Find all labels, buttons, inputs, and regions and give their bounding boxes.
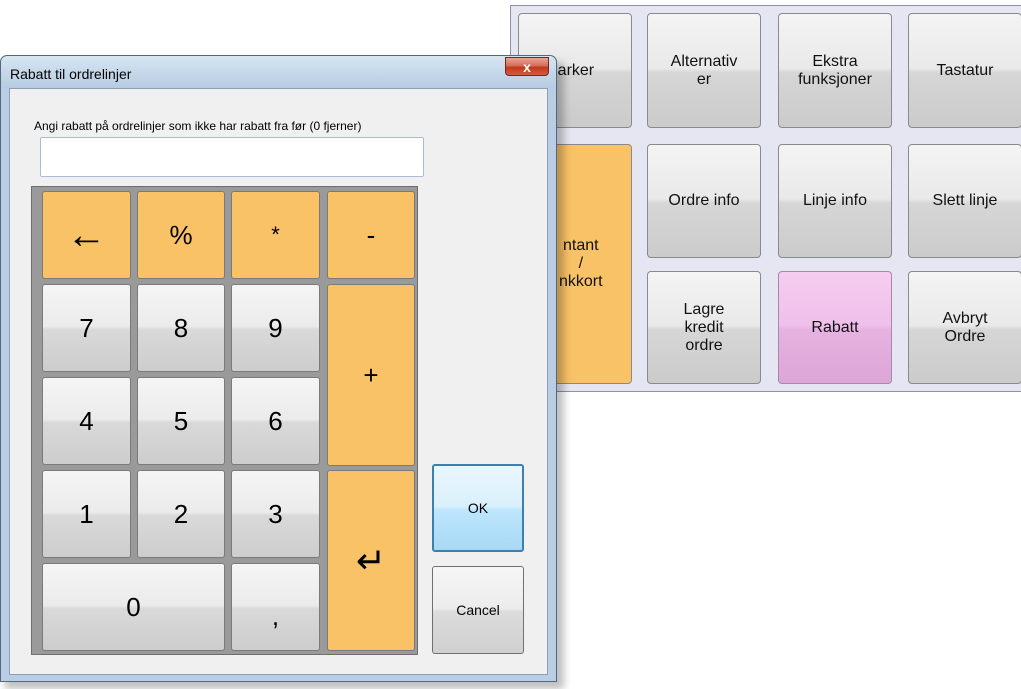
key-8-label: 8 — [173, 312, 189, 343]
lagre-kredit-ordre-button[interactable]: Lagre kredit ordre — [647, 271, 761, 384]
comma-key-label: , — [271, 601, 280, 631]
enter-key[interactable]: ↵ — [327, 470, 415, 651]
linje-info-button-label: Linje info — [802, 192, 868, 209]
ok-button-label: OK — [467, 500, 489, 516]
discount-dialog: Rabatt til ordrelinjer x Angi rabatt på … — [0, 55, 557, 682]
backspace-icon: ← — [66, 212, 107, 257]
star-key-label: * — [271, 222, 280, 247]
discount-input[interactable] — [40, 137, 424, 177]
percent-key-label: % — [169, 219, 193, 250]
alternativer-button[interactable]: Alternativ er — [647, 13, 761, 128]
key-8[interactable]: 8 — [137, 284, 225, 372]
key-7[interactable]: 7 — [42, 284, 131, 372]
key-9[interactable]: 9 — [231, 284, 320, 372]
key-3-label: 3 — [268, 498, 283, 529]
avbryt-ordre-button[interactable]: Avbryt Ordre — [908, 271, 1021, 384]
minus-key-label: - — [366, 219, 376, 250]
percent-key[interactable]: % — [137, 191, 225, 279]
star-key[interactable]: * — [231, 191, 320, 279]
key-0-label: 0 — [126, 591, 141, 622]
numeric-keypad: ← % * - 7 8 9 + 4 5 6 1 2 3 ↵ 0 , — [31, 186, 418, 655]
key-4[interactable]: 4 — [42, 377, 131, 465]
dialog-titlebar[interactable]: Rabatt til ordrelinjer x — [1, 56, 556, 88]
close-icon: x — [523, 59, 531, 75]
key-6-label: 6 — [268, 405, 283, 436]
key-5[interactable]: 5 — [137, 377, 225, 465]
tastatur-button[interactable]: Tastatur — [908, 13, 1021, 128]
ordre-info-button-label: Ordre info — [668, 192, 740, 209]
dialog-title: Rabatt til ordrelinjer — [10, 66, 132, 82]
ordre-info-button[interactable]: Ordre info — [647, 144, 761, 258]
tastatur-button-label: Tastatur — [936, 61, 994, 79]
ekstra-funksjoner-button-label: Ekstra funksjoner — [798, 52, 872, 88]
key-4-label: 4 — [79, 405, 94, 436]
minus-key[interactable]: - — [327, 191, 415, 279]
key-1-label: 1 — [79, 498, 94, 529]
plus-key-label: + — [363, 359, 379, 390]
slett-linje-button-label: Slett linje — [932, 192, 998, 209]
key-6[interactable]: 6 — [231, 377, 320, 465]
key-7-label: 7 — [79, 312, 94, 343]
enter-icon: ↵ — [355, 539, 387, 581]
ok-button[interactable]: OK — [432, 464, 524, 552]
close-button[interactable]: x — [505, 57, 549, 76]
instruction-label: Angi rabatt på ordrelinjer som ikke har … — [34, 119, 362, 133]
key-0[interactable]: 0 — [42, 563, 225, 651]
alternativer-button-label: Alternativ er — [670, 52, 738, 88]
rabatt-button[interactable]: Rabatt — [778, 271, 892, 384]
avbryt-ordre-button-label: Avbryt Ordre — [942, 309, 988, 345]
cancel-button[interactable]: Cancel — [432, 566, 524, 654]
pos-button-panel: Parker Alternativ er Ekstra funksjoner T… — [510, 5, 1021, 392]
backspace-key[interactable]: ← — [42, 191, 131, 279]
key-2[interactable]: 2 — [137, 470, 225, 558]
key-9-label: 9 — [268, 312, 283, 343]
key-2-label: 2 — [173, 498, 189, 529]
lagre-kredit-ordre-button-label: Lagre kredit ordre — [683, 300, 725, 354]
slett-linje-button[interactable]: Slett linje — [908, 144, 1021, 258]
key-5-label: 5 — [173, 405, 189, 436]
ekstra-funksjoner-button[interactable]: Ekstra funksjoner — [778, 13, 892, 128]
key-1[interactable]: 1 — [42, 470, 131, 558]
rabatt-button-label: Rabatt — [811, 318, 859, 336]
linje-info-button[interactable]: Linje info — [778, 144, 892, 258]
comma-key[interactable]: , — [231, 563, 320, 651]
plus-key[interactable]: + — [327, 284, 415, 466]
cancel-button-label: Cancel — [456, 602, 500, 618]
kontant-bankkort-button-label: ntant / nkkort — [559, 237, 603, 290]
key-3[interactable]: 3 — [231, 470, 320, 558]
